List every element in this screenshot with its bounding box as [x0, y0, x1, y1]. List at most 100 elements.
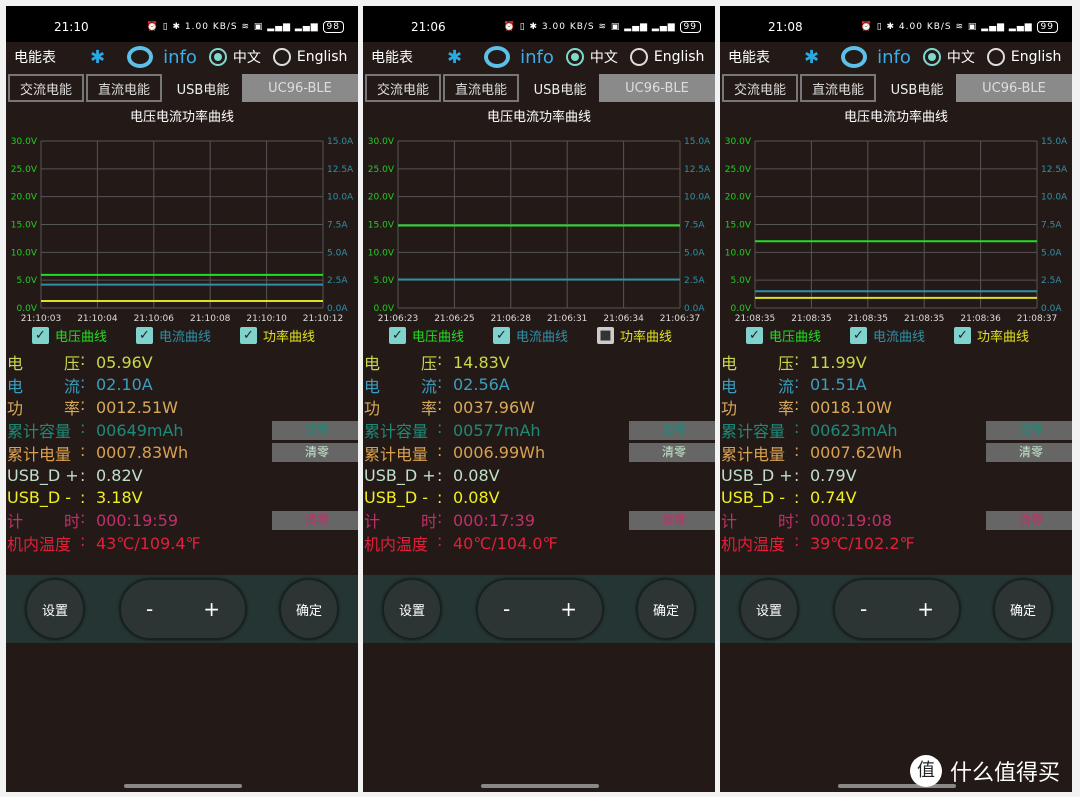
- tab-dc[interactable]: 直流电能: [800, 74, 876, 102]
- chart-legend: ✓ 电压曲线 ✓ 电流曲线 ✓ 功率曲线: [746, 326, 1058, 345]
- tab-dc[interactable]: 直流电能: [443, 74, 519, 102]
- radio-chinese[interactable]: [922, 48, 941, 66]
- y-right-tick: 10.0A: [327, 193, 354, 203]
- confirm-button[interactable]: 确定: [994, 579, 1052, 639]
- checkbox-icon[interactable]: ✓: [389, 327, 406, 344]
- legend-toggle-0[interactable]: ✓ 电压曲线: [746, 326, 850, 345]
- home-indicator[interactable]: [124, 784, 242, 788]
- clear-capacity-button[interactable]: 清零: [629, 420, 715, 440]
- clear-energy-button[interactable]: 清零: [986, 443, 1072, 463]
- y-right-tick: 10.0A: [1041, 193, 1068, 203]
- clear-timer-button[interactable]: 清零: [629, 510, 715, 530]
- checkbox-icon[interactable]: ✓: [746, 327, 763, 344]
- home-indicator[interactable]: [481, 784, 599, 788]
- y-left-tick: 25.0V: [368, 165, 395, 175]
- lang-chinese-label[interactable]: 中文: [233, 47, 261, 67]
- value-current: 02.56A: [453, 375, 510, 395]
- lang-english-label[interactable]: English: [297, 49, 348, 65]
- radio-english[interactable]: [629, 48, 648, 66]
- checkbox-icon[interactable]: ✓: [136, 327, 153, 344]
- legend-label: 功率曲线: [263, 330, 316, 345]
- y-right-tick: 12.5A: [327, 165, 354, 175]
- checkbox-icon[interactable]: ✓: [954, 327, 971, 344]
- lang-chinese-label[interactable]: 中文: [590, 47, 618, 67]
- chart: 0.0V 0.0A 5.0V 2.5A 10.0V 5.0A 15.0V 7.5A 20.0V 1…: [368, 137, 711, 324]
- radio-english[interactable]: [272, 48, 291, 66]
- label-part: 流: [63, 376, 80, 396]
- confirm-button[interactable]: 确定: [280, 579, 338, 639]
- tab-ac[interactable]: 交流电能: [722, 74, 798, 102]
- y-left-tick: 0.0V: [731, 304, 752, 314]
- plus-button[interactable]: +: [560, 597, 577, 621]
- lang-chinese-label[interactable]: 中文: [947, 47, 975, 67]
- minus-button[interactable]: -: [503, 597, 510, 621]
- checkbox-icon[interactable]: ✓: [240, 327, 257, 344]
- clear-capacity-button[interactable]: 清零: [986, 420, 1072, 440]
- y-left-tick: 25.0V: [725, 165, 752, 175]
- settings-button[interactable]: 设置: [26, 579, 84, 639]
- legend-toggle-1[interactable]: ✓ 电流曲线: [493, 326, 597, 345]
- status-bar: 21:08 ⏰ ▯ ✱ 4.00 KB/S ≋ ▣ ▂▄▆ ▂▄▆ 99: [720, 6, 1072, 42]
- tab-device[interactable]: UC96-BLE: [599, 74, 715, 102]
- label-part: 计: [364, 512, 381, 532]
- y-right-tick: 5.0A: [327, 248, 348, 258]
- value-dplus: 0.08V: [453, 465, 500, 485]
- sync-icon[interactable]: [127, 46, 154, 68]
- sync-icon[interactable]: [484, 46, 511, 68]
- checkbox-icon[interactable]: ■: [597, 327, 614, 344]
- tab-device[interactable]: UC96-BLE: [242, 74, 358, 102]
- legend-toggle-2[interactable]: ✓ 功率曲线: [240, 326, 344, 345]
- tab-usb[interactable]: USB电能: [521, 74, 599, 102]
- bluetooth-icon[interactable]: ✱: [804, 47, 819, 68]
- value-voltage: 14.83V: [453, 352, 510, 372]
- tab-ac[interactable]: 交流电能: [8, 74, 84, 102]
- checkbox-icon[interactable]: ✓: [493, 327, 510, 344]
- tab-dc[interactable]: 直流电能: [86, 74, 162, 102]
- plus-button[interactable]: +: [203, 597, 220, 621]
- settings-button[interactable]: 设置: [383, 579, 441, 639]
- x-tick: 21:08:35: [791, 314, 831, 324]
- legend-toggle-1[interactable]: ✓ 电流曲线: [136, 326, 240, 345]
- x-tick: 21:10:03: [21, 314, 61, 324]
- radio-english[interactable]: [986, 48, 1005, 66]
- legend-toggle-2[interactable]: ■ 功率曲线: [597, 326, 701, 345]
- legend-toggle-0[interactable]: ✓ 电压曲线: [389, 326, 493, 345]
- label-text: 机内温度: [364, 535, 429, 555]
- checkbox-icon[interactable]: ✓: [850, 327, 867, 344]
- checkbox-icon[interactable]: ✓: [32, 327, 49, 344]
- clear-timer-button[interactable]: 清零: [272, 510, 358, 530]
- clear-timer-button[interactable]: 清零: [986, 510, 1072, 530]
- reading-energy: 累计电量:0007.83Wh 清零: [6, 441, 358, 464]
- tab-ac[interactable]: 交流电能: [365, 74, 441, 102]
- clear-energy-button[interactable]: 清零: [272, 443, 358, 463]
- radio-chinese[interactable]: [565, 48, 584, 66]
- y-right-tick: 12.5A: [1041, 165, 1068, 175]
- tab-usb[interactable]: USB电能: [878, 74, 956, 102]
- lang-english-label[interactable]: English: [654, 49, 705, 65]
- clear-energy-button[interactable]: 清零: [629, 443, 715, 463]
- sync-icon[interactable]: [841, 46, 868, 68]
- y-left-tick: 5.0V: [374, 276, 395, 286]
- value-energy: 0007.62Wh: [810, 443, 903, 463]
- minus-button[interactable]: -: [860, 597, 867, 621]
- info-button[interactable]: info: [163, 47, 197, 68]
- legend-toggle-1[interactable]: ✓ 电流曲线: [850, 326, 954, 345]
- clear-capacity-button[interactable]: 清零: [272, 420, 358, 440]
- settings-button[interactable]: 设置: [740, 579, 798, 639]
- plus-button[interactable]: +: [917, 597, 934, 621]
- x-tick: 21:06:25: [434, 314, 474, 324]
- info-button[interactable]: info: [520, 47, 554, 68]
- info-button[interactable]: info: [877, 47, 911, 68]
- bluetooth-icon[interactable]: ✱: [447, 47, 462, 68]
- tab-usb[interactable]: USB电能: [164, 74, 242, 102]
- legend-toggle-0[interactable]: ✓ 电压曲线: [32, 326, 136, 345]
- lang-english-label[interactable]: English: [1011, 49, 1062, 65]
- radio-chinese[interactable]: [208, 48, 227, 66]
- confirm-button[interactable]: 确定: [637, 579, 695, 639]
- legend-toggle-2[interactable]: ✓ 功率曲线: [954, 326, 1058, 345]
- tab-device[interactable]: UC96-BLE: [956, 74, 1072, 102]
- bluetooth-icon[interactable]: ✱: [90, 47, 105, 68]
- x-tick: 21:08:37: [1017, 314, 1057, 324]
- value-dplus: 0.79V: [810, 465, 857, 485]
- minus-button[interactable]: -: [146, 597, 153, 621]
